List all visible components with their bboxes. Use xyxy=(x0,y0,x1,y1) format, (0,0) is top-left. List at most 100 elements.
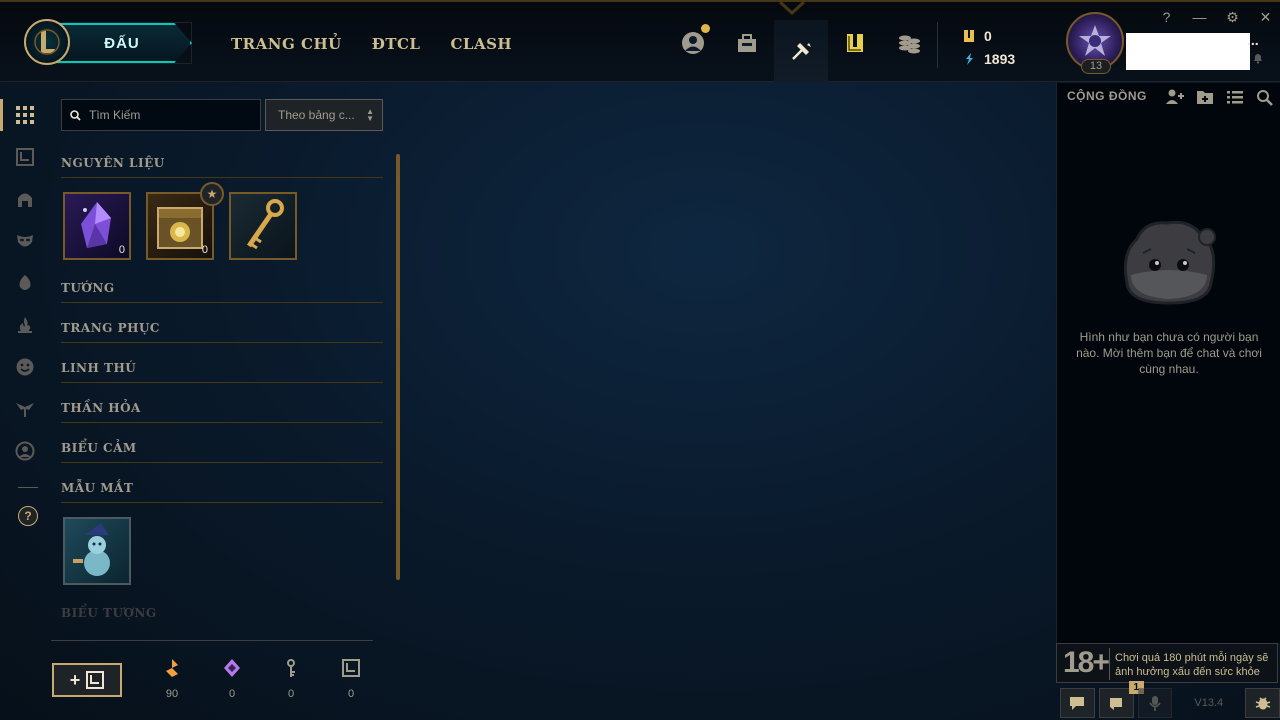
collection-scrollbar[interactable] xyxy=(396,154,400,580)
chat-bubble-icon xyxy=(1070,697,1085,710)
category-emotes[interactable]: BIỂU CẢM xyxy=(61,439,383,463)
age-warning-text: Chơi quá 180 phút mỗi ngày sẽ ảnh hưởng … xyxy=(1115,652,1269,678)
rail-item-icons[interactable] xyxy=(0,391,50,427)
minimize-button[interactable]: — xyxy=(1183,8,1216,26)
user-circle-icon xyxy=(15,441,35,461)
window-controls: ? — ⚙ ✕ xyxy=(1150,8,1280,26)
category-champions-label: TƯỚNG xyxy=(61,281,115,295)
smiley-icon xyxy=(16,358,34,376)
category-emotes-label: BIỂU CẢM xyxy=(61,441,137,455)
rp-icon xyxy=(964,29,974,42)
chat-button[interactable] xyxy=(1060,688,1095,718)
age-rating-badge: 18+ xyxy=(1063,646,1110,679)
bug-report-button[interactable] xyxy=(1245,688,1280,718)
notifications-button[interactable]: 1 xyxy=(1098,681,1144,718)
collection-rail xyxy=(0,83,50,720)
mythic-essence-icon xyxy=(224,659,240,677)
summoner-name-ellipsis: ... xyxy=(1247,32,1259,48)
help-button[interactable]: ? xyxy=(1150,8,1183,26)
loot-tile-orb[interactable]: 0 xyxy=(63,192,131,260)
social-title: CỘNG ĐỒNG xyxy=(1067,89,1147,103)
help-icon[interactable]: ? xyxy=(18,506,38,526)
loot-nav-button[interactable] xyxy=(774,20,828,82)
collection-nav-button[interactable] xyxy=(720,22,774,64)
rail-item-emotes[interactable] xyxy=(0,349,50,385)
play-button-label: ĐẤU xyxy=(104,34,140,52)
sort-dropdown[interactable]: Theo bảng c... ▲ ▼ xyxy=(265,99,383,131)
resource-key-fragments: 0 xyxy=(276,658,306,702)
egg-icon xyxy=(19,275,31,290)
category-companions-label: LINH THÚ xyxy=(61,361,137,375)
rail-item-ward-skins[interactable] xyxy=(0,307,50,343)
rail-item-all[interactable] xyxy=(0,97,50,133)
nav-tft[interactable]: ĐTCL xyxy=(372,35,421,53)
be-amount: 1893 xyxy=(984,50,1016,67)
settings-button[interactable]: ⚙ xyxy=(1216,8,1249,26)
currency-store-button[interactable] xyxy=(882,22,936,64)
add-folder-icon[interactable] xyxy=(1195,88,1215,106)
list-icon[interactable] xyxy=(1225,88,1245,106)
resource-orange-essence-value: 90 xyxy=(165,688,179,700)
category-icons[interactable]: BIỂU TƯỢNG xyxy=(61,604,383,628)
rp-store-icon xyxy=(847,34,863,52)
category-eye-patterns-label: MẪU MẮT xyxy=(61,481,134,495)
loot-tile-ward-skin[interactable] xyxy=(63,517,131,585)
close-button[interactable]: ✕ xyxy=(1249,8,1280,26)
totem-icon xyxy=(16,403,34,417)
plus-icon: + xyxy=(69,669,81,690)
add-friend-icon[interactable] xyxy=(1165,88,1185,106)
profile-nav-button[interactable] xyxy=(666,22,720,64)
category-materials[interactable]: NGUYÊN LIỆU xyxy=(61,154,383,178)
rp-amount: 0 xyxy=(984,27,992,44)
loot-count: 0 xyxy=(118,244,125,256)
league-logo[interactable] xyxy=(24,19,70,65)
resource-orange-essence: 90 xyxy=(157,658,187,702)
category-eye-patterns[interactable]: MẪU MẮT xyxy=(61,479,383,503)
nav-home[interactable]: TRANG CHỦ xyxy=(231,35,342,53)
resource-chests-value: 0 xyxy=(347,688,355,700)
snowman-ward-icon xyxy=(73,523,110,576)
voice-button[interactable] xyxy=(1137,688,1173,718)
search-input[interactable] xyxy=(89,108,249,122)
loot-tile-key[interactable] xyxy=(229,192,297,260)
profile-icon xyxy=(682,32,704,54)
add-chest-button[interactable]: + xyxy=(52,663,122,697)
hextech-key-icon xyxy=(246,199,284,250)
crafting-hammer-icon xyxy=(792,43,811,60)
search-field[interactable] xyxy=(61,99,261,131)
coin-stack-icon xyxy=(899,35,920,54)
bug-icon xyxy=(1255,697,1270,710)
age-warning: 18+ Chơi quá 180 phút mỗi ngày sẽ ảnh hư… xyxy=(1056,643,1278,683)
rail-item-champions[interactable] xyxy=(0,181,50,217)
rail-item-chests[interactable] xyxy=(0,139,50,175)
category-companions[interactable]: LINH THÚ xyxy=(61,359,383,383)
resource-chests: 0 xyxy=(336,658,366,702)
resource-key-fragments-value: 0 xyxy=(287,688,295,700)
flame-icon xyxy=(18,317,32,333)
rp-balance: 0 xyxy=(962,24,1015,47)
social-toolbar xyxy=(1165,88,1275,106)
nav-clash[interactable]: CLASH xyxy=(450,35,512,53)
rail-item-companions[interactable] xyxy=(0,265,50,301)
category-ward-skins[interactable]: THẦN HỎA xyxy=(61,399,383,423)
rail-item-skins[interactable] xyxy=(0,223,50,259)
category-ward-skins-label: THẦN HỎA xyxy=(61,401,141,415)
backpack-icon xyxy=(738,34,756,52)
store-nav-button[interactable] xyxy=(828,22,882,64)
search-icon[interactable] xyxy=(1255,88,1275,106)
rail-item-profile[interactable] xyxy=(0,433,50,469)
sort-arrows-icon: ▲ ▼ xyxy=(366,107,374,123)
social-panel: CỘNG ĐỒNG Hình như bạn chưa có người bạn… xyxy=(1056,83,1280,643)
summoner-name-redacted xyxy=(1126,33,1250,70)
client-version: V13.4 xyxy=(1194,697,1224,709)
category-champions[interactable]: TƯỚNG xyxy=(61,279,383,303)
category-skins[interactable]: TRANG PHỤC xyxy=(61,319,383,343)
summoner-icon xyxy=(1079,25,1111,56)
top-icon-nav xyxy=(666,20,936,82)
poro-icon xyxy=(1123,220,1216,305)
be-balance: 1893 xyxy=(962,47,1015,70)
chest-icon xyxy=(86,671,105,689)
currency-display[interactable]: 0 1893 xyxy=(962,24,1015,70)
bell-icon[interactable] xyxy=(1252,52,1264,64)
notification-dot xyxy=(701,24,710,33)
